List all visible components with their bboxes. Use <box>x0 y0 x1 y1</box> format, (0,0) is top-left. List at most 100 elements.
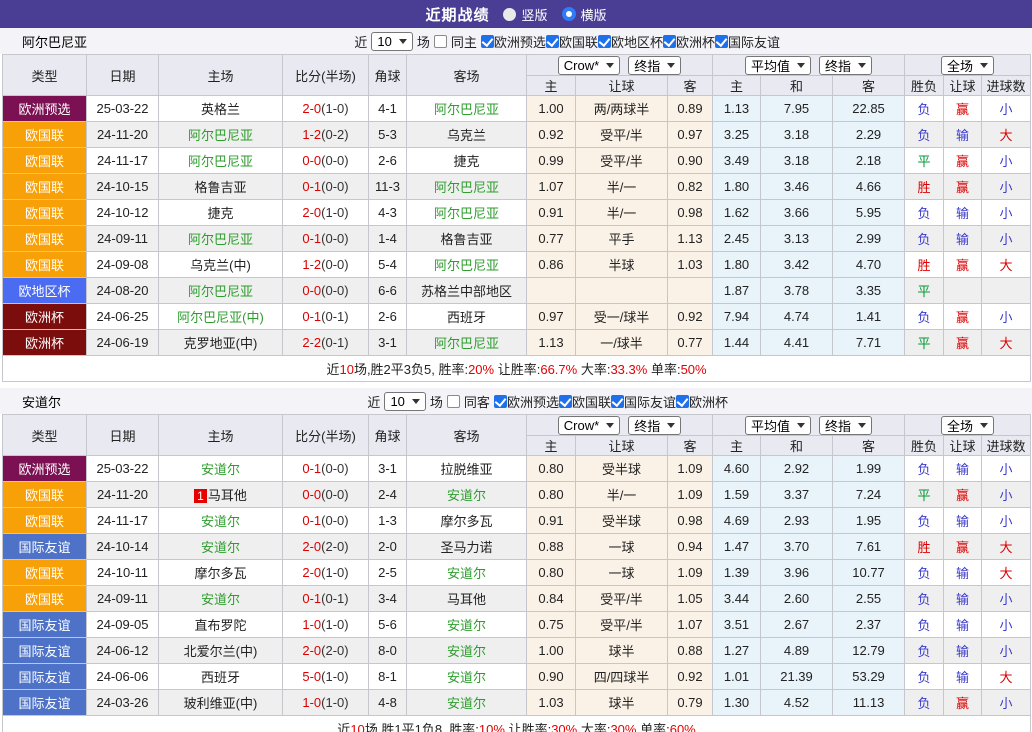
home-team-name[interactable]: 西班牙 <box>201 670 240 685</box>
home-team[interactable]: 阿尔巴尼亚 <box>159 148 283 174</box>
league-filter-欧洲预选[interactable]: 欧洲预选 <box>494 392 559 411</box>
home-team-name[interactable]: 玻利维亚(中) <box>184 696 258 711</box>
away-team-name[interactable]: 安道尔 <box>447 670 486 685</box>
away-team[interactable]: 安道尔 <box>407 690 527 716</box>
home-team[interactable]: 阿尔巴尼亚(中) <box>159 304 283 330</box>
away-team[interactable]: 安道尔 <box>407 664 527 690</box>
away-team[interactable]: 西班牙 <box>407 304 527 330</box>
average-select[interactable]: 平均值 <box>745 56 811 75</box>
home-team-name[interactable]: 阿尔巴尼亚 <box>188 232 253 247</box>
crow-company-select[interactable]: Crow* <box>558 56 620 75</box>
home-team-name[interactable]: 阿尔巴尼亚 <box>188 284 253 299</box>
away-team-name[interactable]: 格鲁吉亚 <box>440 232 492 247</box>
away-team[interactable]: 阿尔巴尼亚 <box>407 252 527 278</box>
away-team-name[interactable]: 圣马力诺 <box>440 540 492 555</box>
home-team[interactable]: 玻利维亚(中) <box>159 690 283 716</box>
away-team[interactable]: 乌克兰 <box>407 122 527 148</box>
home-team-name[interactable]: 马耳他 <box>208 488 247 503</box>
checkbox-checked-icon[interactable] <box>481 35 494 48</box>
away-team-name[interactable]: 马耳他 <box>447 592 486 607</box>
away-team-name[interactable]: 乌克兰 <box>447 128 486 143</box>
away-team-name[interactable]: 安道尔 <box>447 566 486 581</box>
home-team[interactable]: 格鲁吉亚 <box>159 174 283 200</box>
away-team-name[interactable]: 苏格兰中部地区 <box>421 284 512 299</box>
home-team[interactable]: 西班牙 <box>159 664 283 690</box>
away-team-name[interactable]: 安道尔 <box>447 644 486 659</box>
recent-count-select[interactable]: 10 <box>384 392 425 411</box>
home-team-name[interactable]: 乌克兰(中) <box>190 258 251 273</box>
away-team-name[interactable]: 安道尔 <box>447 488 486 503</box>
away-team[interactable]: 安道尔 <box>407 612 527 638</box>
away-team-name[interactable]: 阿尔巴尼亚 <box>434 206 499 221</box>
league-filter-国际友谊[interactable]: 国际友谊 <box>715 32 780 51</box>
checkbox-checked-icon[interactable] <box>611 395 624 408</box>
home-team[interactable]: 乌克兰(中) <box>159 252 283 278</box>
away-team-name[interactable]: 安道尔 <box>447 618 486 633</box>
home-team[interactable]: 阿尔巴尼亚 <box>159 122 283 148</box>
league-filter-欧地区杯[interactable]: 欧地区杯 <box>598 32 663 51</box>
avg-final-odds-select[interactable]: 终指 <box>819 416 872 435</box>
home-team-name[interactable]: 克罗地亚(中) <box>184 336 258 351</box>
league-filter-欧国联[interactable]: 欧国联 <box>559 392 611 411</box>
away-team[interactable]: 阿尔巴尼亚 <box>407 96 527 122</box>
home-team[interactable]: 安道尔 <box>159 508 283 534</box>
checkbox-checked-icon[interactable] <box>546 35 559 48</box>
crow-company-select[interactable]: Crow* <box>558 416 620 435</box>
fulltime-select[interactable]: 全场 <box>941 416 994 435</box>
home-team[interactable]: 直布罗陀 <box>159 612 283 638</box>
home-team-name[interactable]: 捷克 <box>207 206 233 221</box>
home-team-name[interactable]: 安道尔 <box>201 514 240 529</box>
away-team[interactable]: 捷克 <box>407 148 527 174</box>
away-team-name[interactable]: 捷克 <box>453 154 479 169</box>
away-team-name[interactable]: 安道尔 <box>447 696 486 711</box>
crow-final-odds-select[interactable]: 终指 <box>628 416 681 435</box>
home-team-name[interactable]: 阿尔巴尼亚 <box>188 154 253 169</box>
away-team[interactable]: 安道尔 <box>407 638 527 664</box>
home-team[interactable]: 英格兰 <box>159 96 283 122</box>
home-team-name[interactable]: 直布罗陀 <box>194 618 246 633</box>
layout-radio-vertical[interactable]: 竖版 <box>503 5 547 24</box>
checkbox-checked-icon[interactable] <box>663 35 676 48</box>
average-select[interactable]: 平均值 <box>745 416 811 435</box>
home-team[interactable]: 克罗地亚(中) <box>159 330 283 356</box>
away-team[interactable]: 摩尔多瓦 <box>407 508 527 534</box>
radio-unselected-icon[interactable] <box>503 8 516 21</box>
home-team[interactable]: 捷克 <box>159 200 283 226</box>
checkbox-checked-icon[interactable] <box>676 395 689 408</box>
home-team[interactable]: 阿尔巴尼亚 <box>159 226 283 252</box>
avg-final-odds-select[interactable]: 终指 <box>819 56 872 75</box>
away-team[interactable]: 格鲁吉亚 <box>407 226 527 252</box>
checkbox-checked-icon[interactable] <box>598 35 611 48</box>
crow-final-odds-select[interactable]: 终指 <box>628 56 681 75</box>
home-team[interactable]: 北爱尔兰(中) <box>159 638 283 664</box>
league-filter-欧洲预选[interactable]: 欧洲预选 <box>481 32 546 51</box>
away-team-name[interactable]: 拉脱维亚 <box>440 462 492 477</box>
away-team[interactable]: 安道尔 <box>407 482 527 508</box>
checkbox-checked-icon[interactable] <box>494 395 507 408</box>
home-team-name[interactable]: 北爱尔兰(中) <box>184 644 258 659</box>
away-team-name[interactable]: 西班牙 <box>447 310 486 325</box>
checkbox-checked-icon[interactable] <box>715 35 728 48</box>
home-team-name[interactable]: 安道尔 <box>201 540 240 555</box>
away-team-name[interactable]: 阿尔巴尼亚 <box>434 180 499 195</box>
away-team[interactable]: 马耳他 <box>407 586 527 612</box>
home-team[interactable]: 1马耳他 <box>159 482 283 508</box>
home-team[interactable]: 阿尔巴尼亚 <box>159 278 283 304</box>
layout-radio-horizontal[interactable]: 横版 <box>562 5 607 24</box>
away-team-name[interactable]: 阿尔巴尼亚 <box>434 336 499 351</box>
radio-selected-icon[interactable] <box>562 7 576 21</box>
home-team-name[interactable]: 英格兰 <box>201 102 240 117</box>
checkbox-checked-icon[interactable] <box>559 395 572 408</box>
home-team-name[interactable]: 安道尔 <box>201 462 240 477</box>
home-team[interactable]: 安道尔 <box>159 586 283 612</box>
home-team-name[interactable]: 阿尔巴尼亚(中) <box>177 310 264 325</box>
fulltime-select[interactable]: 全场 <box>941 56 994 75</box>
home-team-name[interactable]: 阿尔巴尼亚 <box>188 128 253 143</box>
same-away-checkbox[interactable] <box>447 395 460 408</box>
home-team[interactable]: 安道尔 <box>159 534 283 560</box>
league-filter-欧洲杯[interactable]: 欧洲杯 <box>676 392 728 411</box>
away-team-name[interactable]: 阿尔巴尼亚 <box>434 102 499 117</box>
away-team[interactable]: 苏格兰中部地区 <box>407 278 527 304</box>
league-filter-国际友谊[interactable]: 国际友谊 <box>611 392 676 411</box>
away-team[interactable]: 圣马力诺 <box>407 534 527 560</box>
